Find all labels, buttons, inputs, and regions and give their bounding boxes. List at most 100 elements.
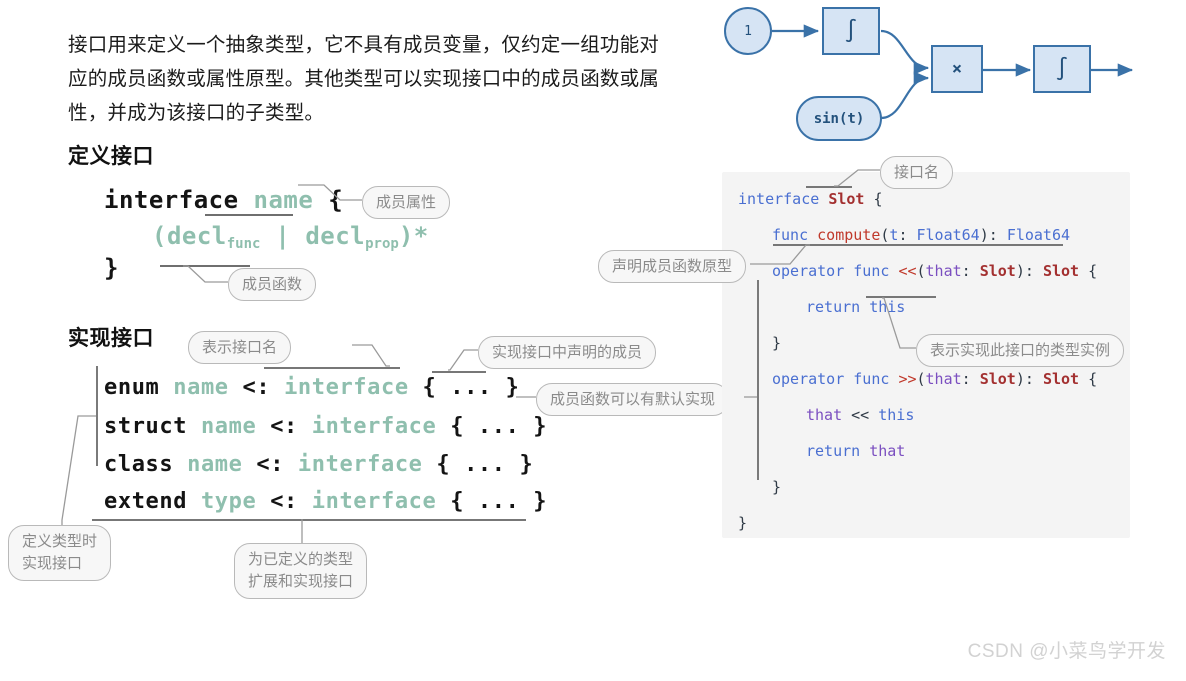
sine-source-node: sin(t) (796, 96, 882, 141)
decl-func-subscript: func (226, 236, 261, 252)
code-token: ( (916, 262, 926, 280)
code-token: func (772, 226, 818, 244)
row-name: type (200, 489, 257, 514)
row-subtype-op: <: (270, 414, 298, 439)
code-line: return this (806, 298, 905, 316)
define-syntax-line-2: (declfunc | declprop)* (152, 222, 429, 252)
code-line: } (772, 334, 781, 352)
code-token: : (961, 262, 980, 280)
code-line: that << this (806, 406, 914, 424)
code-line: return that (806, 442, 905, 460)
underline-this-keyword (866, 296, 936, 298)
code-token: compute (817, 226, 881, 244)
row-interface: interface (297, 452, 423, 477)
code-token: } (772, 334, 782, 352)
alternation-pipe: | (260, 222, 306, 250)
leader-declared-members (448, 349, 478, 371)
code-token: return (806, 442, 870, 460)
code-token: that (869, 442, 906, 460)
code-token: Slot (979, 370, 1016, 388)
callout-implements-declared-members: 实现接口中声明的成员 (478, 336, 657, 369)
code-token: { (1079, 370, 1098, 388)
code-line: } (738, 514, 747, 532)
code-token: : (898, 226, 917, 244)
underline-slot-type-name (806, 186, 852, 188)
row-subtype-op: <: (242, 375, 271, 400)
implement-row-extend: extend type <: interface { ... } (104, 489, 547, 514)
code-token: ): (979, 226, 1007, 244)
code-token: that (806, 406, 843, 424)
code-line: interface Slot { (738, 190, 883, 208)
row-keyword: struct (104, 414, 188, 439)
decl-prop-subscript: prop (365, 236, 399, 252)
code-token: : (961, 370, 980, 388)
signal-flow-diagram: 1 ∫ × ∫ sin(t) (700, 0, 1186, 150)
edge-sine-to-multiply (880, 71, 930, 120)
code-token: { (864, 190, 883, 208)
callout-interface-name: 接口名 (880, 156, 954, 189)
code-token: Float64 (1006, 226, 1071, 244)
code-token: Slot (979, 262, 1016, 280)
code-token: ( (916, 370, 926, 388)
callout-member-func-default-impl: 成员函数可以有默认实现 (536, 383, 730, 416)
row-body: { ... } (450, 489, 548, 514)
callout-instance-of-implementing-type: 表示实现此接口的类型实例 (916, 334, 1125, 367)
underline-extend-row (92, 519, 526, 521)
code-token: << (898, 262, 917, 280)
row-keyword: class (104, 452, 174, 477)
row-name: name (200, 414, 257, 439)
leader-member-function (183, 265, 228, 283)
underline-interface-name (264, 367, 400, 369)
paren-close-star: )* (398, 222, 429, 250)
placeholder-name: name (253, 186, 314, 214)
code-token: this (878, 406, 915, 424)
code-token: ): (1015, 370, 1043, 388)
define-syntax-line-3: } (104, 254, 119, 282)
code-token: that (925, 262, 962, 280)
row-interface: interface (311, 489, 437, 514)
code-token: Slot (828, 190, 865, 208)
callout-extend-existing-type: 为已定义的类型 扩展和实现接口 (234, 543, 368, 599)
underline-member-property (205, 214, 293, 216)
decl-func: decl (166, 222, 227, 250)
code-token: ): (1015, 262, 1043, 280)
open-brace: { (328, 186, 344, 214)
callout-member-function: 成员函数 (228, 268, 317, 301)
csdn-watermark: CSDN @小菜鸟学开发 (967, 641, 1166, 662)
code-token: Slot (1042, 262, 1080, 280)
row-interface: interface (284, 375, 409, 400)
row-body: { ... } (422, 375, 520, 400)
leader-define-type-implement (61, 415, 96, 525)
underline-compute-prototype (773, 244, 1063, 246)
edge-integrator1-to-multiply (880, 29, 930, 75)
row-keyword: enum (104, 375, 160, 400)
row-name: name (173, 375, 229, 400)
underline-declared-members (432, 371, 486, 373)
integrator-1-node: ∫ (822, 7, 880, 55)
code-token: that (925, 370, 962, 388)
code-token: } (738, 514, 748, 532)
row-subtype-op: <: (256, 452, 285, 477)
kw-interface: interface (104, 186, 239, 214)
row-keyword: extend (104, 489, 188, 514)
page-root: 接口用来定义一个抽象类型，它不具有成员变量，仅约定一组功能对应的成员函数或属性原… (0, 0, 1186, 681)
paren-open: ( (152, 222, 167, 250)
decl-prop: decl (305, 222, 366, 250)
underline-member-function (160, 265, 250, 267)
multiply-node: × (931, 45, 983, 93)
code-token: Slot (1042, 370, 1080, 388)
code-token: } (772, 478, 782, 496)
leader-shows-interface-name (352, 344, 390, 367)
code-token: operator func (772, 262, 899, 280)
code-line: operator func >>(that: Slot): Slot { (772, 370, 1097, 388)
row-body: { ... } (450, 414, 548, 439)
section-title-implement-interface: 实现接口 (68, 327, 154, 350)
section-title-define-interface: 定义接口 (68, 145, 154, 168)
code-line: } (772, 478, 781, 496)
code-token: interface (738, 190, 829, 208)
callout-define-type-implement: 定义类型时 实现接口 (8, 525, 112, 581)
code-token: operator func (772, 370, 899, 388)
callout-shows-interface-name: 表示接口名 (188, 331, 292, 364)
callout-member-property: 成员属性 (362, 186, 451, 219)
code-token: Float64 (916, 226, 980, 244)
